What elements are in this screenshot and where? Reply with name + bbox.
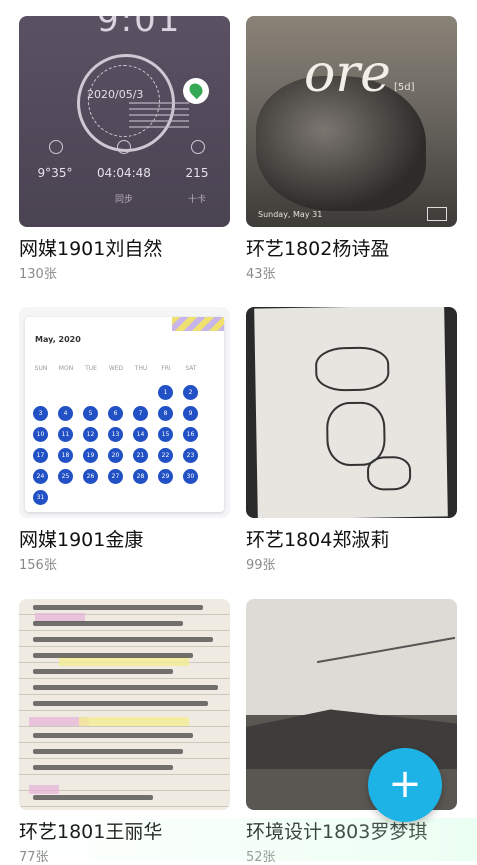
weekday-label: SAT	[185, 365, 197, 372]
calendar-day: 4	[58, 406, 73, 421]
sketch-tree	[314, 346, 390, 392]
album-count: 43张	[246, 267, 276, 282]
map-pin-icon	[183, 78, 209, 104]
album-card[interactable]: 环艺1804郑淑莉 99张	[246, 307, 457, 573]
weekday-label: MON	[58, 365, 74, 372]
highlight	[79, 717, 189, 726]
thumb-tag: [5d]	[394, 82, 415, 93]
handwriting	[33, 733, 193, 738]
handwriting	[33, 621, 183, 626]
stat-value: 04:04:48	[97, 166, 151, 180]
album-card[interactable]: ore [5d] Sunday, May 31 环艺1802杨诗盈 43张	[246, 16, 457, 282]
calendar-day: 14	[133, 427, 148, 442]
calendar-day: 16	[183, 427, 198, 442]
calendar-day: 15	[158, 427, 173, 442]
calendar-day: 19	[83, 448, 98, 463]
calendar-day: 29	[158, 469, 173, 484]
album-title: 环艺1801王丽华	[19, 821, 163, 843]
album-title: 环境设计1803罗梦琪	[246, 821, 428, 843]
calendar-day: 30	[183, 469, 198, 484]
calendar-day: 23	[183, 448, 198, 463]
album-count: 77张	[19, 850, 49, 865]
handwriting	[33, 701, 208, 706]
calendar-day: 8	[158, 406, 173, 421]
album-thumbnail[interactable]: May, 2020 SUN MON TUE WED THU FRI SAT 1 2 3 4 5 6 7 8 9…	[19, 307, 230, 518]
sketch-animal	[366, 455, 412, 491]
handwriting	[33, 765, 173, 770]
calendar-day: 11	[58, 427, 73, 442]
album-count: 130张	[19, 267, 57, 282]
album-card[interactable]: 环艺1801王丽华 77张	[19, 599, 230, 865]
temperature-icon	[49, 140, 63, 154]
calendar-day: 7	[133, 406, 148, 421]
handwriting	[33, 749, 183, 754]
calendar-day: 5	[83, 406, 98, 421]
album-thumbnail[interactable]: 9:01 2020/05/3 9°35° 04:04:48 215 同步 十卡	[19, 16, 230, 227]
calendar-day: 10	[33, 427, 48, 442]
highlight	[59, 657, 189, 666]
calendar-day: 18	[58, 448, 73, 463]
calendar-sheet: May, 2020 SUN MON TUE WED THU FRI SAT 1 2 3 4 5 6 7 8 9…	[25, 317, 224, 512]
album-count: 99张	[246, 558, 276, 573]
sketch-paper	[254, 307, 448, 518]
calendar-day: 2	[183, 385, 198, 400]
weekday-label: THU	[134, 365, 148, 372]
calendar-day: 28	[133, 469, 148, 484]
calendar-day: 22	[158, 448, 173, 463]
calendar-day: 17	[33, 448, 48, 463]
thumb-title-text: ore	[304, 44, 391, 104]
calendar-day: 21	[133, 448, 148, 463]
sketch-line	[316, 636, 456, 664]
calendar-day: 26	[83, 469, 98, 484]
album-thumbnail[interactable]	[246, 307, 457, 518]
stat-value: 215	[185, 166, 209, 180]
calendar-day: 24	[33, 469, 48, 484]
calendar-day: 12	[83, 427, 98, 442]
calendar-day: 13	[108, 427, 123, 442]
album-thumbnail[interactable]: ore [5d] Sunday, May 31	[246, 16, 457, 227]
album-title: 网媒1901刘自然	[19, 238, 163, 260]
handwriting	[33, 653, 193, 658]
album-title: 环艺1802杨诗盈	[246, 238, 390, 260]
album-title: 网媒1901金康	[19, 529, 144, 551]
stat-label: 十卡	[187, 195, 206, 205]
weekday-label: SUN	[34, 365, 48, 372]
handwriting	[33, 685, 218, 690]
calendar-day: 25	[58, 469, 73, 484]
highlight	[29, 785, 59, 794]
calendar-day: 9	[183, 406, 198, 421]
weekday-label: WED	[108, 365, 124, 372]
decorative-stripe	[172, 317, 224, 331]
weekday-label: FRI	[161, 365, 171, 372]
calendar-day: 27	[108, 469, 123, 484]
stat-value: 9°35°	[37, 166, 73, 180]
calendar-month: May, 2020	[35, 335, 81, 344]
album-count: 52张	[246, 850, 276, 865]
stat-label: 同步	[114, 195, 133, 205]
postmark-waves	[129, 98, 189, 128]
flame-icon	[191, 140, 205, 154]
album-count: 156张	[19, 558, 57, 573]
album-card[interactable]: May, 2020 SUN MON TUE WED THU FRI SAT 1 2 3 4 5 6 7 8 9…	[19, 307, 230, 573]
thumb-clock-text: 9:01	[97, 16, 182, 40]
weekday-label: TUE	[85, 365, 97, 372]
album-card[interactable]: 9:01 2020/05/3 9°35° 04:04:48 215 同步 十卡 …	[19, 16, 230, 282]
album-thumbnail[interactable]	[19, 599, 230, 810]
handwriting	[33, 605, 203, 610]
thumb-date: Sunday, May 31	[258, 210, 323, 219]
calendar-day: 20	[108, 448, 123, 463]
timer-icon	[117, 140, 131, 154]
handwriting	[33, 669, 173, 674]
handwriting	[33, 795, 153, 800]
calendar-day: 3	[33, 406, 48, 421]
calendar-day: 31	[33, 490, 48, 505]
handwriting	[33, 637, 213, 642]
qr-icon	[427, 207, 447, 221]
album-card[interactable]: 环境设计1803罗梦琪 52张	[246, 599, 457, 865]
calendar-day: 1	[158, 385, 173, 400]
calendar-day: 6	[108, 406, 123, 421]
add-album-button[interactable]: +	[368, 748, 442, 822]
album-title: 环艺1804郑淑莉	[246, 529, 390, 551]
